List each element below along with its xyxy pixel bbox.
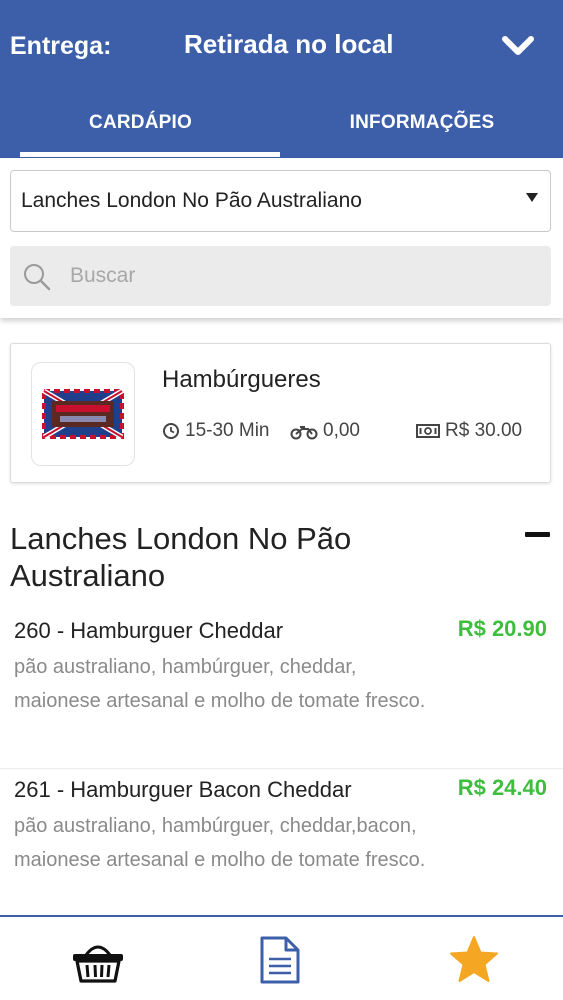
delivery-mode-value[interactable]: Retirada no local <box>184 29 394 60</box>
motorcycle-icon <box>290 426 318 440</box>
london-flag-logo <box>42 388 124 440</box>
filter-area: Lanches London No Pão Australiano <box>0 158 563 318</box>
product-name: 260 - Hamburguer Cheddar <box>14 618 284 643</box>
delivery-label: Entrega: <box>10 32 112 60</box>
clock-icon <box>163 423 179 439</box>
search-box <box>10 246 551 306</box>
store-card[interactable]: Hambúrgueres 15-30 Min 0,00 R$ 30.00 <box>10 343 551 483</box>
delivery-time-value: 15-30 Min <box>185 420 270 441</box>
minus-icon[interactable] <box>525 532 550 537</box>
minimum-order: R$ 30.00 <box>416 420 522 442</box>
delivery-selector[interactable]: Entrega: Retirada no local <box>0 0 563 92</box>
product-item[interactable]: 260 - Hamburguer Cheddar R$ 20.90 pão au… <box>0 610 563 768</box>
caret-down-icon <box>526 193 538 202</box>
active-tab-indicator <box>20 152 280 157</box>
app-header: Entrega: Retirada no local CARDÁPIO INFO… <box>0 0 563 158</box>
category-title: Lanches London No Pão Australiano <box>10 521 352 593</box>
tab-informacoes[interactable]: INFORMAÇÕES <box>281 92 563 158</box>
tab-cardapio[interactable]: CARDÁPIO <box>0 92 281 158</box>
product-name: 261 - Hamburguer Bacon Cheddar <box>14 777 352 802</box>
product-description: pão australiano, hambúrguer, cheddar,bac… <box>14 815 426 871</box>
tab-bar: CARDÁPIO INFORMAÇÕES <box>0 92 563 158</box>
money-icon <box>416 424 440 438</box>
delivery-fee: 0,00 <box>290 420 360 442</box>
store-name: Hambúrgueres <box>162 366 321 393</box>
minimum-order-value: R$ 30.00 <box>445 420 523 441</box>
product-description: pão australiano, hambúrguer, cheddar, ma… <box>14 656 426 712</box>
store-logo <box>31 362 135 466</box>
search-icon <box>24 264 51 291</box>
search-input[interactable] <box>70 256 530 296</box>
product-price: R$ 20.90 <box>457 616 547 641</box>
category-select-value: Lanches London No Pão Australiano <box>21 189 362 212</box>
basket-icon[interactable] <box>70 935 126 985</box>
delivery-time: 15-30 Min <box>162 420 270 442</box>
star-icon[interactable] <box>446 935 502 985</box>
delivery-fee-value: 0,00 <box>323 420 360 441</box>
bottom-nav <box>0 915 563 1000</box>
chevron-down-icon[interactable] <box>500 30 536 62</box>
product-item[interactable]: 261 - Hamburguer Bacon Cheddar R$ 24.40 … <box>0 768 563 916</box>
product-price: R$ 24.40 <box>457 775 547 800</box>
category-select[interactable]: Lanches London No Pão Australiano <box>10 170 551 232</box>
document-icon[interactable] <box>252 935 308 985</box>
